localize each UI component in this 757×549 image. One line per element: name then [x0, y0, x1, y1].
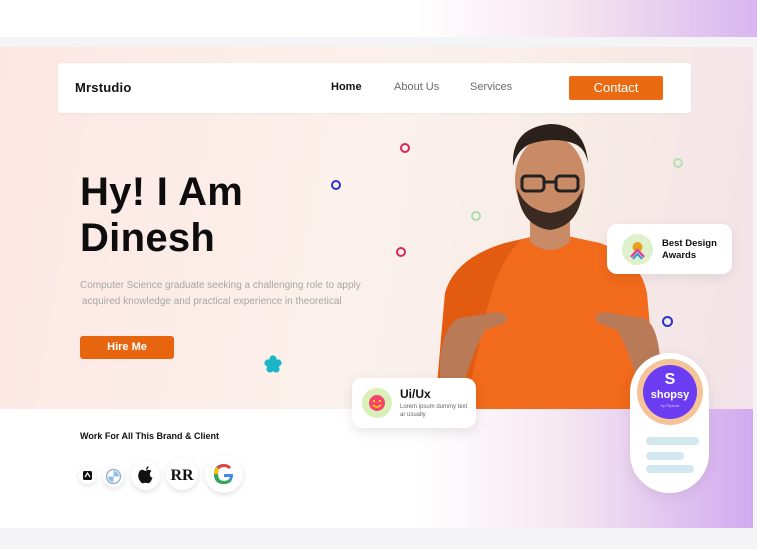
decor-ring-icon	[331, 180, 341, 190]
bottom-strip	[0, 528, 757, 549]
hero-headline: Hy! I Am Dinesh	[80, 169, 243, 261]
award-label: Best Design Awards	[662, 238, 717, 261]
bmw-icon[interactable]	[103, 466, 124, 487]
apple-icon[interactable]	[131, 461, 160, 490]
contact-button[interactable]: Contact	[569, 76, 663, 100]
logo[interactable]: Mrstudio	[75, 80, 131, 95]
shopsy-letter: S	[664, 371, 676, 388]
hero-description: Computer Science graduate seeking a chal…	[80, 278, 390, 310]
decor-ring-icon	[400, 143, 410, 153]
decor-ring-icon	[396, 247, 406, 257]
brands-title: Work For All This Brand & Client	[80, 431, 220, 441]
award-icon	[622, 234, 653, 265]
navbar: Mrstudio Home About Us Services Contact	[58, 63, 691, 113]
placeholder-bar	[646, 452, 684, 460]
hire-me-button[interactable]: Hire Me	[80, 336, 174, 359]
uiux-title: Ui/Ux	[400, 387, 431, 401]
emoji-icon	[362, 388, 392, 418]
description-line-1: Computer Science graduate seeking a chal…	[80, 280, 361, 291]
shopsy-sub: by Flipkart	[660, 403, 680, 408]
amazon-icon[interactable]	[79, 467, 96, 484]
uiux-card: Ui/Ux Lorem ipsum dummy text ar usually	[352, 378, 476, 428]
shopsy-name: shopsy	[650, 389, 690, 401]
google-icon[interactable]	[205, 455, 243, 493]
nav-about-us[interactable]: About Us	[394, 81, 439, 93]
shopsy-logo: S shopsy by Flipkart	[643, 365, 697, 419]
shopsy-ring: S shopsy by Flipkart	[637, 359, 703, 425]
flower-icon	[264, 355, 282, 373]
svg-text:RR: RR	[170, 467, 194, 484]
rolls-royce-icon[interactable]: RR	[166, 458, 198, 490]
placeholder-bar	[646, 437, 699, 445]
placeholder-bar	[646, 465, 694, 473]
headline-line-1: Hy! I Am	[80, 170, 244, 214]
award-card: Best Design Awards	[607, 224, 732, 274]
nav-home[interactable]: Home	[331, 81, 362, 93]
shopsy-phone-card: S shopsy by Flipkart	[630, 353, 709, 493]
description-line-2: acquired knowledge and practical experie…	[82, 296, 342, 307]
nav-services[interactable]: Services	[470, 81, 512, 93]
top-strip	[0, 0, 757, 37]
page: Mrstudio Home About Us Services Contact …	[0, 0, 757, 549]
headline-line-2: Dinesh	[80, 216, 216, 260]
uiux-description: Lorem ipsum dummy text ar usually	[400, 404, 468, 418]
